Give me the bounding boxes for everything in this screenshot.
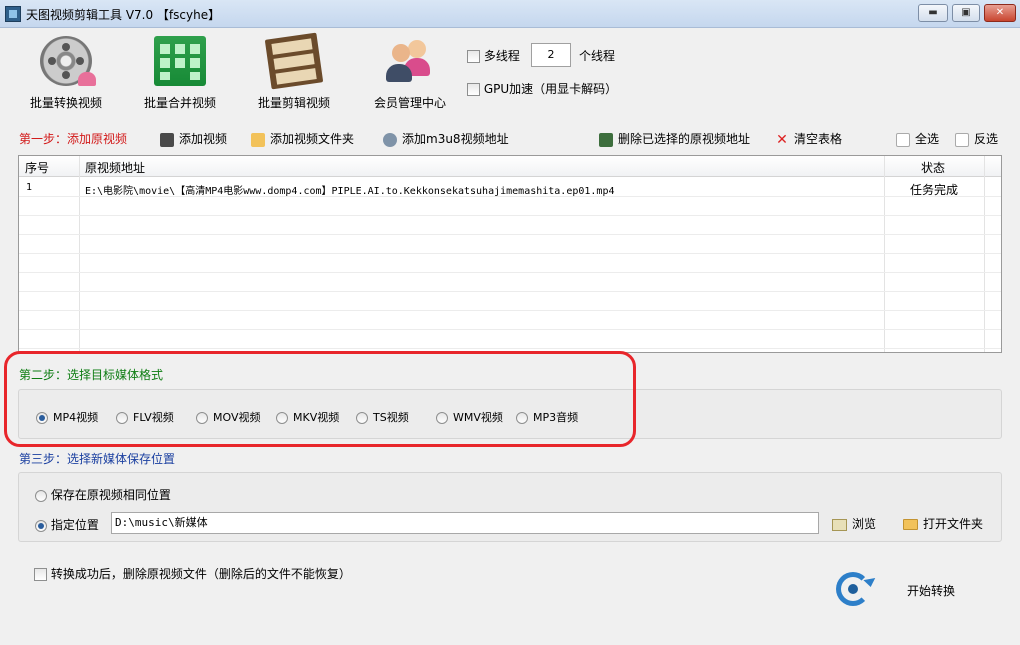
same-location-label: 保存在原视频相同位置 (50, 488, 171, 502)
batch-edit-button[interactable]: 批量剪辑视频 (244, 32, 344, 112)
delete-after-option[interactable]: 转换成功后，删除原视频文件（删除后的文件不能恢复） (34, 565, 351, 582)
maximize-button[interactable]: ▣ (952, 4, 980, 22)
batch-convert-label: 批量转换视频 (29, 96, 102, 110)
film-add-icon (160, 132, 174, 147)
film-delete-icon (599, 132, 613, 147)
add-folder-button[interactable]: 添加视频文件夹 (251, 130, 354, 148)
start-convert-button[interactable]: 开始转换 (907, 582, 955, 599)
minimize-button[interactable]: ▬ (918, 4, 948, 22)
window-title: 天图视频剪辑工具 V7.0 【fscyhe】 (26, 8, 221, 22)
multithread-label: 多线程 (483, 49, 520, 63)
custom-location-option[interactable]: 指定位置 (35, 516, 99, 533)
film-strip-icon (264, 32, 324, 90)
multithread-checkbox[interactable] (467, 50, 480, 63)
add-m3u8-button[interactable]: 添加m3u8视频地址 (383, 130, 509, 148)
batch-merge-label: 批量合并视频 (143, 96, 216, 110)
delete-selected-button[interactable]: 删除已选择的原视频地址 (599, 130, 750, 148)
add-video-button[interactable]: 添加视频 (160, 130, 227, 148)
title-bar: 天图视频剪辑工具 V7.0 【fscyhe】 ▬ ▣ ✕ (0, 0, 1020, 28)
folder-icon (903, 519, 918, 530)
select-all-icon (896, 132, 910, 147)
add-video-label: 添加视频 (179, 132, 228, 146)
browse-button[interactable]: 浏览 (832, 515, 876, 532)
highlight-annotation (4, 351, 636, 447)
step3-title: 第三步：选择新媒体保存位置 (19, 452, 176, 466)
row-index: 1 (26, 182, 33, 193)
browse-label: 浏览 (852, 517, 877, 531)
invert-label: 反选 (974, 132, 999, 146)
step1-title: 第一步：添加原视频 (19, 132, 128, 146)
thread-suffix-label: 个线程 (579, 49, 616, 63)
link-add-icon (383, 132, 397, 147)
gpu-label: GPU加速（用显卡解码） (483, 82, 618, 96)
clear-table-label: 清空表格 (794, 132, 843, 146)
clear-table-button[interactable]: ✕ 清空表格 (775, 130, 842, 148)
save-path-input[interactable]: D:\music\新媒体 (111, 512, 819, 534)
member-center-label: 会员管理中心 (373, 96, 446, 110)
header-index[interactable]: 序号 (25, 159, 49, 176)
folder-add-icon (251, 132, 265, 147)
close-button[interactable]: ✕ (984, 4, 1016, 22)
delete-after-checkbox[interactable] (34, 568, 47, 581)
gpu-checkbox[interactable] (467, 83, 480, 96)
member-center-button[interactable]: 会员管理中心 (360, 34, 460, 112)
select-all-button[interactable]: 全选 (896, 130, 939, 148)
header-path[interactable]: 原视频地址 (85, 159, 145, 176)
members-icon (384, 36, 436, 86)
batch-edit-label: 批量剪辑视频 (257, 96, 330, 110)
row-status: 任务完成 (910, 183, 959, 197)
same-location-option[interactable]: 保存在原视频相同位置 (35, 486, 171, 503)
add-m3u8-label: 添加m3u8视频地址 (402, 132, 509, 146)
header-status[interactable]: 状态 (921, 159, 945, 176)
custom-location-radio[interactable] (35, 519, 47, 532)
app-icon (5, 6, 21, 22)
open-folder-button[interactable]: 打开文件夹 (903, 515, 983, 532)
batch-convert-button[interactable]: 批量转换视频 (16, 34, 116, 112)
select-all-label: 全选 (915, 132, 940, 146)
add-folder-label: 添加视频文件夹 (270, 132, 355, 146)
delete-selected-label: 删除已选择的原视频地址 (618, 132, 751, 146)
video-table[interactable]: 序号 原视频地址 状态 1 E:\电影院\movie\【高清MP4电影www.d… (18, 155, 1002, 353)
invert-selection-button[interactable]: 反选 (955, 130, 998, 148)
thread-count-input[interactable]: 2 (531, 43, 571, 67)
custom-location-label: 指定位置 (50, 518, 99, 532)
delete-after-label: 转换成功后，删除原视频文件（删除后的文件不能恢复） (50, 567, 351, 581)
film-reel-icon (40, 36, 96, 86)
table-header: 序号 原视频地址 状态 (19, 156, 1001, 177)
invert-icon (955, 132, 969, 147)
multithread-option[interactable]: 多线程 (467, 47, 520, 64)
merge-grid-icon (154, 36, 206, 86)
row-path: E:\电影院\movie\【高清MP4电影www.domp4.com】PIPLE… (85, 186, 615, 197)
batch-merge-button[interactable]: 批量合并视频 (130, 34, 230, 112)
refresh-icon[interactable] (836, 572, 870, 606)
red-x-icon: ✕ (776, 131, 788, 148)
same-location-radio[interactable] (35, 489, 47, 502)
browse-icon (832, 518, 847, 531)
open-folder-label: 打开文件夹 (923, 517, 984, 531)
gpu-option[interactable]: GPU加速（用显卡解码） (467, 80, 617, 97)
